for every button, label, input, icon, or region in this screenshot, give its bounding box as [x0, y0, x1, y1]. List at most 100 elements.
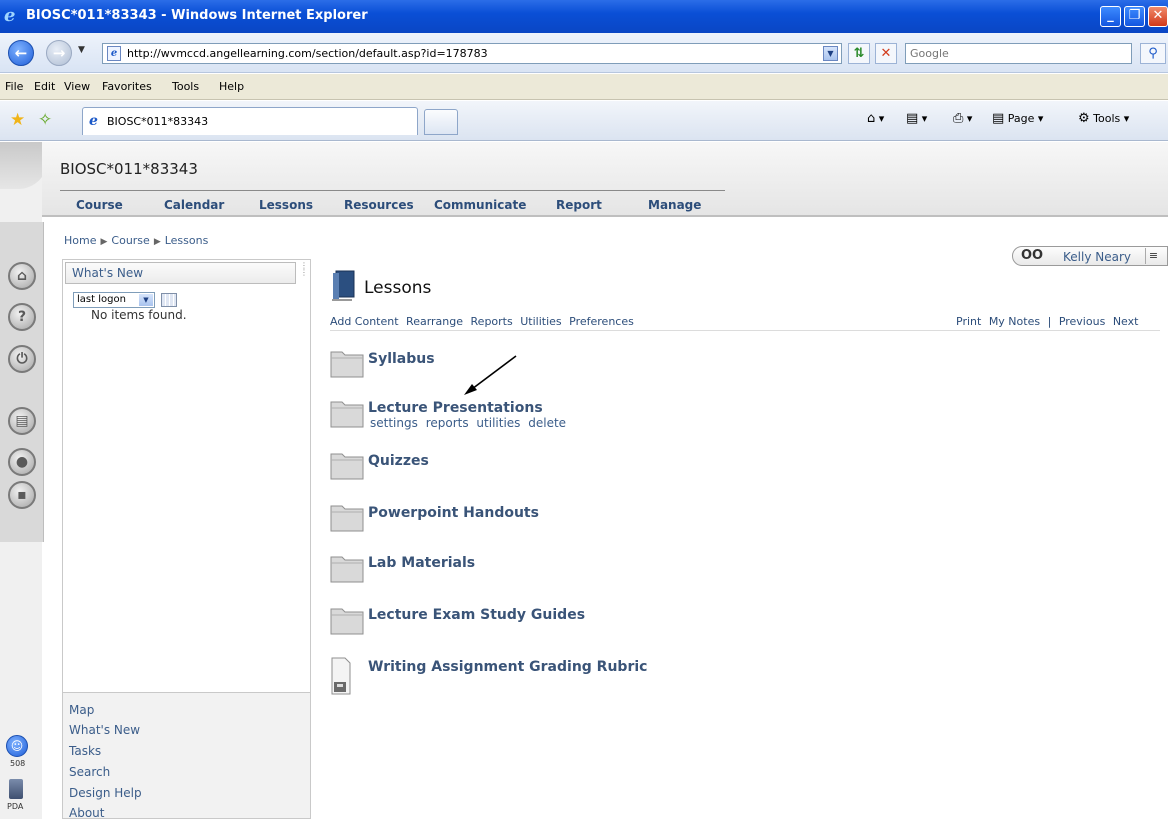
annotation-arrow-icon [464, 355, 517, 395]
search-input[interactable] [906, 44, 1131, 63]
link-whats-new[interactable]: What's New [69, 723, 140, 738]
chat-icon[interactable]: ▪ [8, 481, 36, 509]
user-name: Kelly Neary [1063, 250, 1131, 264]
link-search[interactable]: Search [69, 765, 110, 780]
nav-communicate[interactable]: Communicate [434, 198, 526, 212]
lessons-toolbar: Add Content Rearrange Reports Utilities … [330, 315, 638, 329]
breadcrumb-home[interactable]: Home [64, 234, 96, 247]
whats-new-title[interactable]: What's New [72, 266, 143, 281]
lesson-item-quizzes[interactable]: Quizzes [368, 453, 429, 470]
reports-link[interactable]: Reports [471, 315, 513, 328]
page-content: ⌂ ? ⏻ ▤ ● ▪ BIOSC*011*83343 Course Calen… [0, 142, 1168, 819]
nav-calendar[interactable]: Calendar [164, 198, 224, 212]
lesson-item-lecture-exam-study-guides[interactable]: Lecture Exam Study Guides [368, 607, 585, 624]
search-field[interactable] [905, 43, 1132, 64]
logout-icon[interactable]: ⏻ [8, 345, 36, 373]
menu-tools[interactable]: Tools [172, 80, 199, 94]
delete-link[interactable]: delete [528, 416, 566, 430]
add-favorite-icon[interactable]: ✧ [38, 110, 52, 130]
folder-icon[interactable] [330, 450, 364, 480]
breadcrumb-separator-icon: ▶ [153, 237, 161, 247]
settings-link[interactable]: settings [370, 416, 418, 430]
utilities-link[interactable]: utilities [476, 416, 520, 430]
home-button[interactable]: ⌂ ▾ [867, 112, 884, 126]
favorites-star-icon[interactable]: ★ [10, 110, 25, 130]
folder-icon[interactable] [330, 605, 364, 635]
menu-view[interactable]: View [64, 80, 90, 94]
chevron-down-icon[interactable]: ▼ [139, 294, 153, 306]
menu-bar: File Edit View Favorites Tools Help [0, 74, 1168, 100]
address-field[interactable]: e http://wvmccd.angellearning.com/sectio… [102, 43, 842, 64]
stop-button[interactable]: ✕ [875, 43, 897, 64]
nav-resources[interactable]: Resources [344, 198, 414, 212]
link-about[interactable]: About [69, 806, 104, 819]
menu-file[interactable]: File [5, 80, 23, 94]
panel-resize-handle[interactable]: ⋮ ⋮ [300, 262, 308, 306]
print-button[interactable]: ⎙ ▾ [953, 112, 972, 126]
close-button[interactable]: ✕ [1148, 6, 1168, 27]
tab-current[interactable]: e BIOSC*011*83343 [82, 107, 418, 135]
user-icon[interactable]: ● [8, 448, 36, 476]
folder-icon[interactable] [330, 398, 364, 428]
link-map[interactable]: Map [69, 703, 94, 718]
tab-bar: ★ ✧ e BIOSC*011*83343 ⌂ ▾ ▤ ▾ ⎙ ▾ ▤ Page… [0, 101, 1168, 141]
page-menu-button[interactable]: ▤ Page ▾ [992, 112, 1043, 126]
lesson-item-syllabus[interactable]: Syllabus [368, 351, 435, 368]
whats-new-period-select[interactable]: last logon ▼ [73, 292, 155, 308]
course-header: BIOSC*011*83343 Course Calendar Lessons … [42, 142, 1168, 217]
restore-button[interactable]: ❐ [1124, 6, 1145, 27]
rearrange-link[interactable]: Rearrange [406, 315, 463, 328]
nav-manage[interactable]: Manage [648, 198, 701, 212]
breadcrumb: Home ▶ Course ▶ Lessons [64, 234, 208, 249]
help-icon[interactable]: ? [8, 303, 36, 331]
previous-link[interactable]: Previous [1059, 315, 1106, 328]
reports-link[interactable]: reports [426, 416, 469, 430]
pda-icon[interactable] [9, 779, 23, 799]
menu-help[interactable]: Help [219, 80, 244, 94]
page-title: Lessons [364, 278, 432, 298]
nav-lessons[interactable]: Lessons [259, 198, 313, 212]
folder-icon[interactable] [330, 553, 364, 583]
document-icon[interactable] [330, 656, 352, 696]
user-menu[interactable]: OO Kelly Neary ≡ [1012, 246, 1168, 266]
address-dropdown-icon[interactable]: ▼ [823, 46, 838, 61]
preferences-link[interactable]: Preferences [569, 315, 634, 328]
history-dropdown-icon[interactable]: ▼ [78, 45, 85, 55]
breadcrumb-lessons: Lessons [164, 234, 209, 247]
print-link[interactable]: Print [956, 315, 981, 328]
user-menu-icon[interactable]: ≡ [1145, 248, 1161, 264]
menu-edit[interactable]: Edit [34, 80, 55, 94]
my-notes-link[interactable]: My Notes [989, 315, 1040, 328]
add-content-link[interactable]: Add Content [330, 315, 399, 328]
link-tasks[interactable]: Tasks [69, 744, 101, 759]
folder-icon[interactable] [330, 348, 364, 378]
feeds-button[interactable]: ▤ ▾ [906, 112, 927, 126]
pda-label: PDA [7, 802, 24, 811]
forward-button[interactable]: → [46, 40, 72, 66]
folder-icon[interactable] [330, 502, 364, 532]
link-design-help[interactable]: Design Help [69, 786, 142, 801]
next-link[interactable]: Next [1113, 315, 1139, 328]
new-tab-button[interactable] [424, 109, 458, 135]
breadcrumb-course[interactable]: Course [111, 234, 149, 247]
refresh-button[interactable]: ⇅ [848, 43, 870, 64]
utilities-link[interactable]: Utilities [520, 315, 561, 328]
window-title: BIOSC*011*83343 - Windows Internet Explo… [26, 8, 368, 23]
print-icon: ⎙ [953, 111, 964, 126]
minimize-button[interactable]: _ [1100, 6, 1121, 27]
tools-menu-button[interactable]: ⚙ Tools ▾ [1078, 112, 1129, 126]
nav-course[interactable]: Course [76, 198, 123, 212]
home-icon[interactable]: ⌂ [8, 262, 36, 290]
nav-report[interactable]: Report [556, 198, 602, 212]
menu-favorites[interactable]: Favorites [102, 80, 152, 94]
folder-icon[interactable]: ▤ [8, 407, 36, 435]
lesson-item-lab-materials[interactable]: Lab Materials [368, 555, 475, 572]
search-icon[interactable]: ⚲ [1140, 43, 1166, 64]
lesson-item-powerpoint-handouts[interactable]: Powerpoint Handouts [368, 505, 539, 522]
back-button[interactable]: ← [8, 40, 34, 66]
lesson-item-lecture-presentations[interactable]: Lecture Presentations [368, 400, 543, 417]
accessibility-icon[interactable]: ☺ [6, 735, 28, 757]
lesson-item-writing-assignment-grading-rubric[interactable]: Writing Assignment Grading Rubric [368, 659, 647, 676]
calendar-icon[interactable] [161, 293, 177, 307]
lesson-item-actions: settings reports utilities delete [370, 416, 570, 430]
